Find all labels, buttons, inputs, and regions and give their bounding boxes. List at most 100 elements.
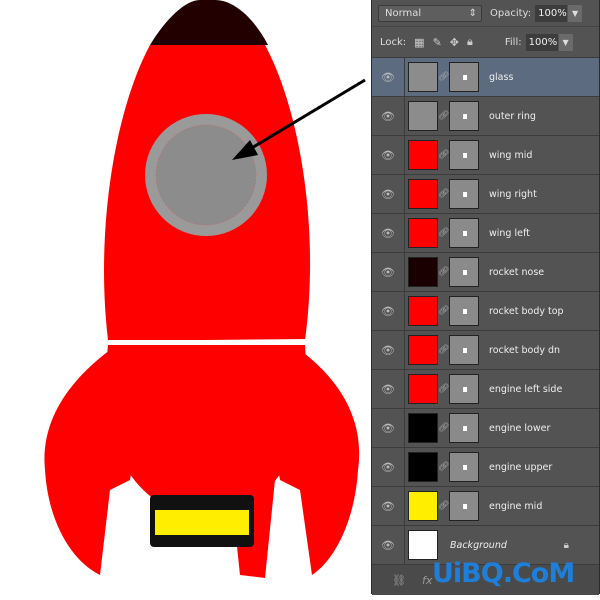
layer-name: engine mid — [489, 500, 543, 512]
layer-thumbnail — [408, 413, 438, 443]
watermark: UiBQ.CoM — [432, 558, 575, 589]
layer-row[interactable]: 👁︎ 🔗︎ glass — [372, 57, 599, 96]
fill-dropdown-icon[interactable]: ▼ — [558, 33, 573, 51]
layer-name: wing mid — [489, 149, 533, 161]
layer-thumbnail — [408, 491, 438, 521]
visibility-eye-icon[interactable]: 👁︎ — [372, 331, 405, 369]
engine-mid — [155, 510, 249, 535]
rocket-body-dn — [105, 345, 306, 500]
layer-row[interactable]: 👁︎ 🔗︎ rocket body dn — [372, 330, 599, 369]
chain-link-icon[interactable]: 🔗︎ — [438, 384, 449, 394]
layer-mask-thumbnail[interactable] — [449, 413, 479, 443]
layers-panel: Normal ⇕ Opacity: 100% ▼ Lock: ▦ ✎ ✥ 🔒︎ F… — [371, 0, 600, 595]
layer-thumbnail — [408, 140, 438, 170]
layer-row[interactable]: 👁︎ 🔗︎ engine mid — [372, 486, 599, 525]
layer-mask-thumbnail[interactable] — [449, 452, 479, 482]
layer-row[interactable]: 👁︎ 🔗︎ wing right — [372, 174, 599, 213]
visibility-eye-icon[interactable]: 👁︎ — [372, 136, 405, 174]
visibility-eye-icon[interactable]: 👁︎ — [372, 292, 405, 330]
body-separator — [99, 339, 311, 345]
chain-link-icon[interactable]: 🔗︎ — [438, 306, 449, 316]
layer-mask-thumbnail[interactable] — [449, 491, 479, 521]
layer-name: wing right — [489, 188, 537, 200]
layer-name: outer ring — [489, 110, 536, 122]
chain-link-icon[interactable]: 🔗︎ — [438, 189, 449, 199]
layer-row[interactable]: 👁︎ 🔗︎ rocket nose — [372, 252, 599, 291]
rocket-canvas — [44, 0, 366, 578]
layer-mask-thumbnail[interactable] — [449, 257, 479, 287]
visibility-eye-icon[interactable]: 👁︎ — [372, 175, 405, 213]
layer-mask-thumbnail[interactable] — [449, 179, 479, 209]
layer-thumbnail — [408, 257, 438, 287]
chain-link-icon[interactable]: 🔗︎ — [438, 462, 449, 472]
layer-thumbnail — [408, 530, 438, 560]
chain-link-icon[interactable]: 🔗︎ — [438, 228, 449, 238]
link-icon[interactable]: ⛓ — [392, 574, 406, 587]
layer-name: Background — [450, 539, 507, 551]
layer-row[interactable]: 👁︎ 🔗︎ engine left side — [372, 369, 599, 408]
layer-name: rocket body dn — [489, 344, 561, 356]
blend-mode-select[interactable]: Normal ⇕ — [378, 4, 482, 22]
fill-label: Fill: — [504, 36, 522, 48]
chain-link-icon[interactable]: 🔗︎ — [438, 501, 449, 511]
chain-link-icon[interactable]: 🔗︎ — [438, 111, 449, 121]
layer-thumbnail — [408, 374, 438, 404]
chain-link-icon[interactable]: 🔗︎ — [438, 345, 449, 355]
layer-name: rocket body top — [489, 305, 564, 317]
layer-row[interactable]: 👁︎ 🔗︎ wing left — [372, 213, 599, 252]
chain-link-icon[interactable]: 🔗︎ — [438, 423, 449, 433]
updown-icon: ⇕ — [468, 7, 477, 19]
visibility-eye-icon[interactable]: 👁︎ — [372, 370, 405, 408]
visibility-eye-icon[interactable]: 👁︎ — [372, 253, 405, 291]
fx-icon[interactable]: fx — [422, 574, 432, 587]
layer-name: wing left — [489, 227, 530, 239]
rocket-nose — [150, 0, 268, 45]
layer-mask-thumbnail[interactable] — [449, 101, 479, 131]
lock-all-icon[interactable]: 🔒︎ — [467, 35, 473, 49]
layer-mask-thumbnail[interactable] — [449, 374, 479, 404]
layer-row[interactable]: 👁︎ 🔗︎ wing mid — [372, 135, 599, 174]
visibility-eye-icon[interactable]: 👁︎ — [372, 58, 405, 96]
chain-link-icon[interactable]: 🔗︎ — [438, 72, 449, 82]
blend-mode-value: Normal — [385, 7, 422, 19]
layer-thumbnail — [408, 452, 438, 482]
layer-row[interactable]: 👁︎ 🔗︎ rocket body top — [372, 291, 599, 330]
lock-brush-icon[interactable]: ✎ — [433, 36, 442, 49]
glass — [155, 124, 257, 226]
layer-thumbnail — [408, 101, 438, 131]
visibility-eye-icon[interactable]: 👁︎ — [372, 448, 405, 486]
layer-name: engine left side — [489, 383, 563, 395]
visibility-eye-icon[interactable]: 👁︎ — [372, 214, 405, 252]
fill-input[interactable]: 100% — [525, 33, 558, 51]
visibility-eye-icon[interactable]: 👁︎ — [372, 409, 405, 447]
layers-list: 👁︎ 🔗︎ glass 👁︎ 🔗︎ outer ring 👁︎ 🔗︎ wing mid 👁︎… — [372, 57, 599, 564]
layer-thumbnail — [408, 179, 438, 209]
layer-thumbnail — [408, 62, 438, 92]
visibility-eye-icon[interactable]: 👁︎ — [372, 526, 405, 564]
layer-row[interactable]: 👁︎ 🔗︎ engine lower — [372, 408, 599, 447]
opacity-label: Opacity: — [490, 7, 532, 19]
layer-thumbnail — [408, 335, 438, 365]
lock-label: Lock: — [380, 36, 407, 48]
layer-mask-thumbnail[interactable] — [449, 296, 479, 326]
layer-name: glass — [489, 71, 514, 83]
layer-row[interactable]: 👁︎ 🔗︎ engine upper — [372, 447, 599, 486]
opacity-dropdown-icon[interactable]: ▼ — [568, 4, 583, 22]
chain-link-icon[interactable]: 🔗︎ — [438, 150, 449, 160]
lock-icon: 🔒︎ — [563, 539, 569, 551]
layer-thumbnail — [408, 296, 438, 326]
layer-thumbnail — [408, 218, 438, 248]
layer-mask-thumbnail[interactable] — [449, 62, 479, 92]
layer-row[interactable]: 👁︎ 🔗︎ outer ring — [372, 96, 599, 135]
layer-mask-thumbnail[interactable] — [449, 140, 479, 170]
layer-name: rocket nose — [489, 266, 545, 278]
layer-mask-thumbnail[interactable] — [449, 218, 479, 248]
layer-mask-thumbnail[interactable] — [449, 335, 479, 365]
layer-name: engine lower — [489, 422, 551, 434]
visibility-eye-icon[interactable]: 👁︎ — [372, 487, 405, 525]
lock-move-icon[interactable]: ✥ — [450, 36, 459, 49]
lock-transparency-icon[interactable]: ▦ — [414, 36, 424, 49]
visibility-eye-icon[interactable]: 👁︎ — [372, 97, 405, 135]
chain-link-icon[interactable]: 🔗︎ — [438, 267, 449, 277]
opacity-input[interactable]: 100% — [535, 4, 568, 22]
